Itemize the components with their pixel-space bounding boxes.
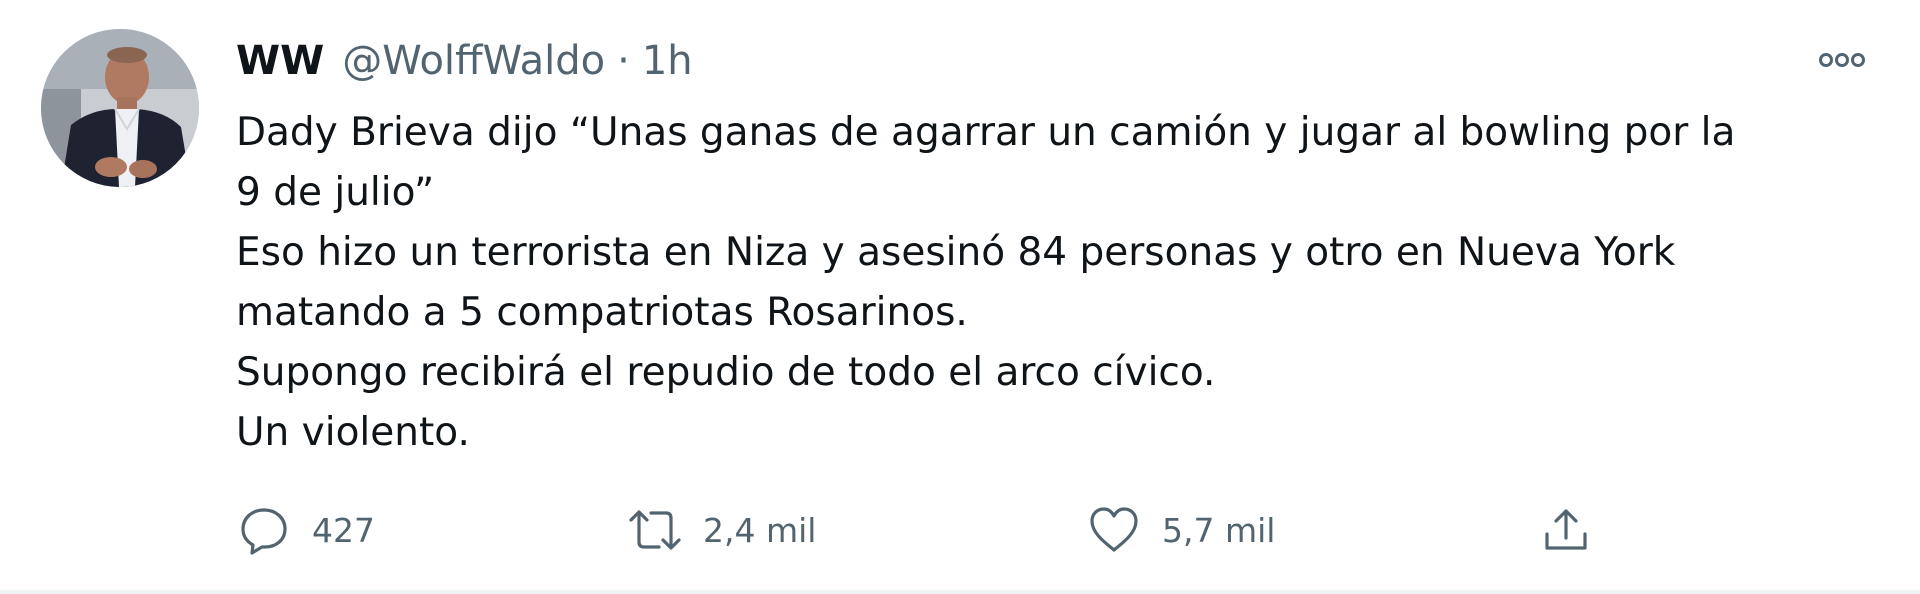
retweet-count: 2,4 mil [703,510,817,550]
divider [0,590,1920,594]
retweet-button[interactable]: 2,4 mil [627,502,816,558]
retweet-icon [627,502,683,558]
share-button[interactable] [1538,502,1594,558]
more-options-button[interactable] [1812,38,1872,82]
reply-count: 427 [312,510,375,550]
like-button[interactable]: 5,7 mil [1086,502,1275,558]
tweet-text-line: Dady Brieva dijo “Unas ganas de agarrar … [236,110,1736,155]
tweet-header: WW @WolffWaldo · 1h [236,30,693,92]
tweet-text-line: Un violento. [236,410,470,455]
heart-icon [1086,502,1142,558]
tweet-text-line: Supongo recibirá el repudio de todo el a… [236,350,1216,395]
reply-icon [236,502,292,558]
tweet[interactable]: WW @WolffWaldo · 1h Dady Brieva dijo “Un… [0,0,1920,594]
tweet-text-line: 9 de julio” [236,170,435,215]
timestamp[interactable]: 1h [642,30,693,92]
tweet-text: Dady Brieva dijo “Unas ganas de agarrar … [236,103,1876,463]
avatar[interactable] [41,29,199,187]
user-handle[interactable]: @WolffWaldo [342,30,605,92]
tweet-text-line: matando a 5 compatriotas Rosarinos. [236,290,968,335]
avatar-image [41,29,199,187]
header-separator: · [617,38,630,84]
share-icon [1538,502,1594,558]
reply-button[interactable]: 427 [236,502,375,558]
like-count: 5,7 mil [1162,510,1276,550]
more-options-icon [1819,53,1865,67]
display-name[interactable]: WW [236,30,324,92]
tweet-text-line: Eso hizo un terrorista en Niza y asesinó… [236,230,1676,275]
